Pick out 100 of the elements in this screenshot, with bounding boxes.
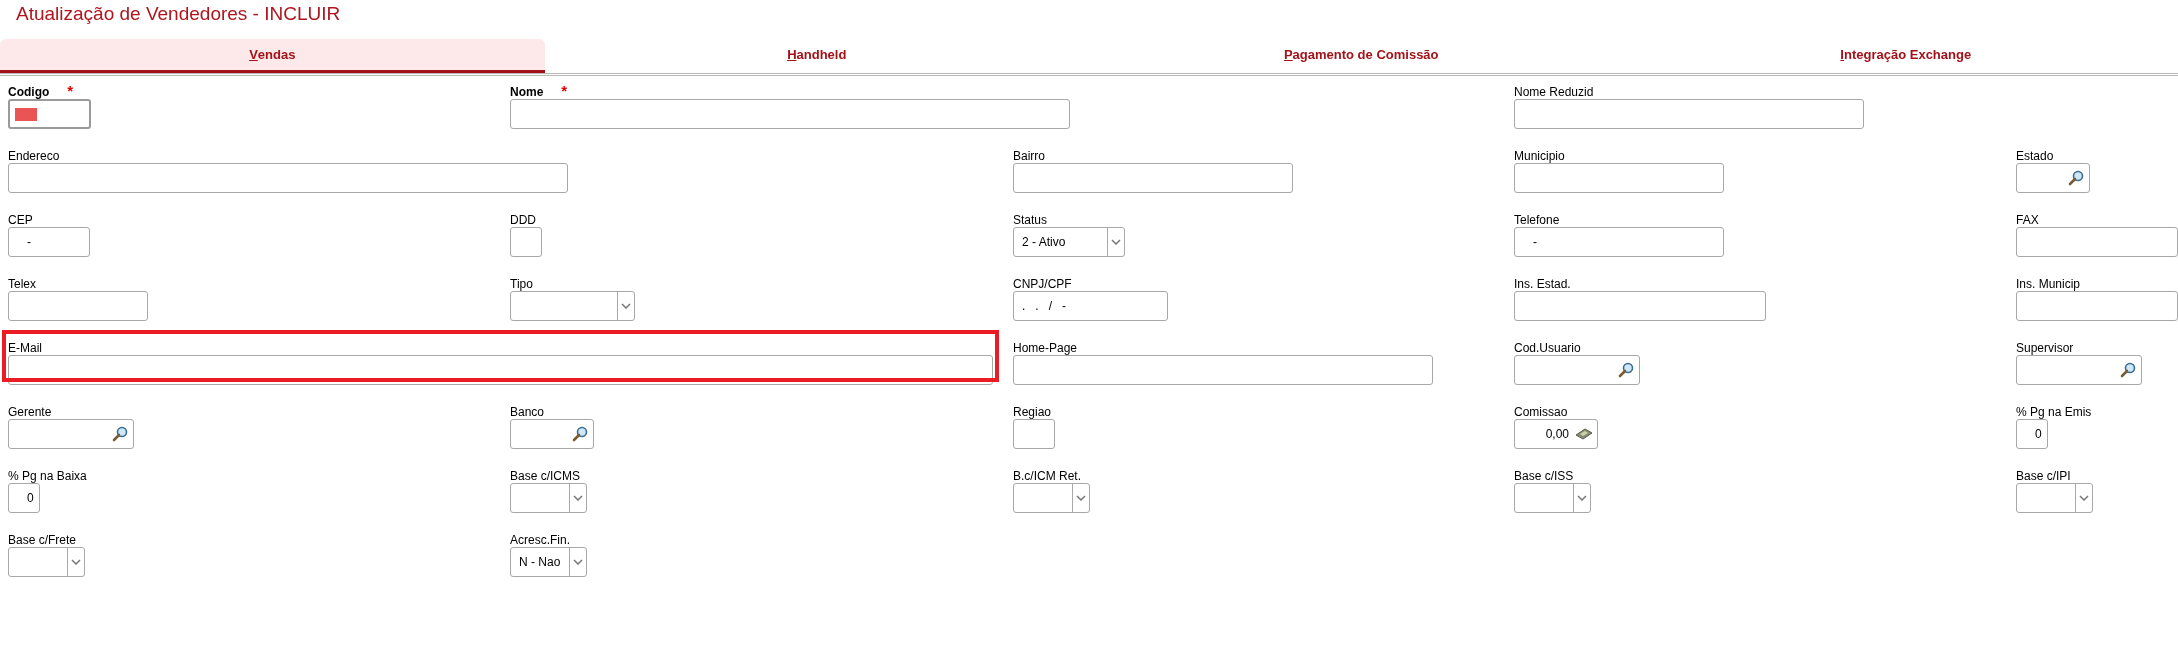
field-label: Gerente [8,404,52,419]
tab[interactable]: Pagamento de Comissão [1089,39,1634,73]
input-field[interactable] [2016,355,2142,385]
field-label: DDD [510,212,536,227]
input-field[interactable]: - [1514,227,1724,257]
field-label: Acresc.Fin. [510,532,570,547]
field-label: Bairro [1013,148,1045,163]
field-label: Base c/ICMS [510,468,581,483]
input-field[interactable] [1013,419,1055,449]
field-value: N - Nao [518,555,562,569]
field-label: Ins. Estad. [1514,276,1571,291]
tab[interactable]: Handheld [544,39,1089,73]
field-label: CEP [8,212,33,227]
input-field[interactable] [1013,355,1433,385]
dropdown-arrow[interactable] [2075,484,2092,512]
field-value: - [1532,235,1538,249]
field-label: Tipo [510,276,533,291]
field-label: B.c/ICM Ret. [1013,468,1081,483]
chevron-down-icon [573,559,583,565]
chevron-down-icon [1577,495,1587,501]
input-field[interactable]: - [8,227,90,257]
field-label: E-Mail [8,340,42,355]
dropdown-arrow[interactable] [1072,484,1089,512]
dropdown-field[interactable] [8,547,85,577]
chevron-down-icon [1111,239,1121,245]
field-value: 0 [2034,427,2043,441]
input-field[interactable] [510,227,542,257]
tab[interactable]: Vendas [0,39,545,73]
dropdown-arrow[interactable] [67,548,84,576]
search-icon[interactable] [112,426,128,442]
field-label: Endereco [8,148,60,163]
input-field[interactable] [1514,291,1766,321]
chevron-down-icon [621,303,631,309]
dropdown-field[interactable] [1013,483,1090,513]
dropdown-field[interactable] [1514,483,1591,513]
input-field[interactable]: 0,00 [1514,419,1598,449]
dropdown-field[interactable] [2016,483,2093,513]
field-value: 0,00 [1544,427,1570,441]
chevron-down-icon [2079,495,2089,501]
input-field[interactable] [1013,163,1293,193]
input-field[interactable]: . . / - [1013,291,1168,321]
field-value: 2 - Ativo [1021,235,1067,249]
input-field[interactable] [2016,227,2178,257]
field-label: Ins. Municip [2016,276,2081,291]
field-label: Base c/Frete [8,532,77,547]
field-label: Codigo [8,84,50,99]
input-field[interactable] [2016,291,2178,321]
field-label: Home-Page [1013,340,1078,355]
field-label: Base c/IPI [2016,468,2071,483]
required-marker: * [67,82,74,99]
field-label: Telex [8,276,36,291]
dropdown-arrow[interactable] [1573,484,1590,512]
tab[interactable]: Integração Exchange [1633,39,2178,73]
field-label: Supervisor [2016,340,2074,355]
input-field[interactable] [1514,163,1724,193]
field-label: Regiao [1013,404,1052,419]
search-icon[interactable] [2120,362,2136,378]
search-icon[interactable] [572,426,588,442]
input-field[interactable]: 0 [8,483,40,513]
input-field[interactable] [1514,99,1864,129]
field-label: % Pg na Baixa [8,468,87,483]
field-label: Nome Reduzid [1514,84,1594,99]
input-field[interactable] [1514,355,1640,385]
search-icon[interactable] [1618,362,1634,378]
dropdown-field[interactable] [510,291,635,321]
dropdown-field[interactable]: 2 - Ativo [1013,227,1125,257]
field-value: - [26,235,32,249]
required-marker: * [561,82,568,99]
dropdown-arrow[interactable] [569,548,586,576]
input-field[interactable] [510,99,1070,129]
field-label: Banco [510,404,545,419]
input-field[interactable] [8,291,148,321]
dropdown-arrow[interactable] [569,484,586,512]
input-field[interactable] [2016,163,2090,193]
input-field[interactable]: 0 [2016,419,2048,449]
field-label: CNPJ/CPF [1013,276,1072,291]
dropdown-field[interactable]: N - Nao [510,547,587,577]
chevron-down-icon [71,559,81,565]
field-label: % Pg na Emis [2016,404,2092,419]
dropdown-arrow[interactable] [1107,228,1124,256]
search-icon[interactable] [2068,170,2084,186]
field-label: Base c/ISS [1514,468,1574,483]
field-label: FAX [2016,212,2039,227]
dropdown-field[interactable] [510,483,587,513]
chevron-down-icon [1076,495,1086,501]
field-label: Municipio [1514,148,1565,163]
input-field[interactable] [510,419,594,449]
field-label: Nome [510,84,544,99]
field-value: . . / - [1021,299,1067,313]
dropdown-arrow[interactable] [617,292,634,320]
page-title: Atualização de Vendedores - INCLUIR [15,2,342,26]
input-field[interactable] [8,99,91,129]
field-label: Status [1013,212,1048,227]
input-field[interactable] [8,419,134,449]
field-value: 0 [26,491,35,505]
calculator-icon[interactable] [1575,427,1593,441]
field-label: Estado [2016,148,2054,163]
field-label: Comissao [1514,404,1568,419]
chevron-down-icon [573,495,583,501]
input-field[interactable] [8,163,568,193]
